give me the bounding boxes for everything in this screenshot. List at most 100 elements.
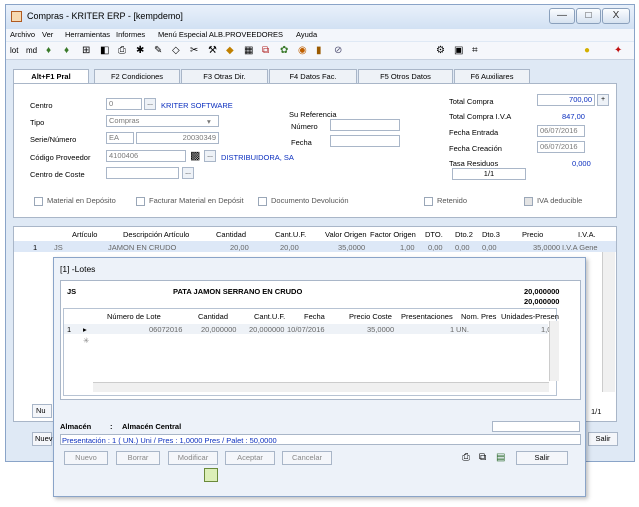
lotes-hscroll[interactable] bbox=[93, 382, 549, 392]
menu-archivo[interactable]: Archivo bbox=[10, 30, 35, 39]
grid-header-valor-origen[interactable]: Valor Origen bbox=[325, 230, 367, 239]
pencil-icon[interactable]: ▮ bbox=[316, 45, 322, 57]
tab-datos-fac[interactable]: F4 Datos Fac. bbox=[269, 69, 357, 83]
lotes-exit-button[interactable]: Salir bbox=[516, 451, 568, 465]
grid-header-iva[interactable]: I.V.A. bbox=[578, 230, 596, 239]
print-icon[interactable]: ⎙ bbox=[118, 45, 126, 57]
tab-condiciones[interactable]: F2 Condiciones bbox=[94, 69, 180, 83]
lotes-header-presentaciones[interactable]: Presentaciones bbox=[401, 312, 453, 321]
check-facturar-material[interactable]: Facturar Material en Depósit bbox=[136, 196, 244, 206]
lotes-grid-icon[interactable] bbox=[204, 468, 218, 482]
grid-header-dto2[interactable]: Dto.2 bbox=[455, 230, 473, 239]
centro-name: KRITER SOFTWARE bbox=[161, 101, 233, 110]
menu-especial[interactable]: Menú Especial ALB.PROVEEDORES bbox=[158, 30, 283, 39]
tools-icon[interactable]: ⚒ bbox=[208, 45, 217, 57]
check-retenido[interactable]: Retenido bbox=[424, 196, 467, 206]
lotes-header-nompres[interactable]: Nom. Pres bbox=[461, 312, 496, 321]
check-material-deposito[interactable]: Material en Depósito bbox=[34, 196, 116, 206]
centro-field[interactable]: 0 bbox=[106, 98, 142, 110]
lotes-header-cantidad[interactable]: Cantidad bbox=[198, 312, 228, 321]
menu-ayuda[interactable]: Ayuda bbox=[296, 30, 317, 39]
minimize-button[interactable]: — bbox=[549, 8, 575, 24]
check-documento-devolucion[interactable]: Documento Devolución bbox=[258, 196, 349, 206]
lotes-vscroll[interactable] bbox=[549, 321, 559, 381]
star-icon[interactable]: ✱ bbox=[136, 45, 144, 57]
tag-icon[interactable]: ◇ bbox=[172, 45, 180, 57]
grid-row-precio: 35,0000 bbox=[533, 243, 561, 252]
fecha-entrada-field[interactable]: 06/07/2016 bbox=[537, 125, 585, 137]
chevron-down-icon[interactable]: ▾ bbox=[207, 117, 211, 126]
bottle-icon[interactable]: ◉ bbox=[298, 45, 307, 57]
bulb-icon[interactable]: ● bbox=[584, 45, 590, 57]
grid-header-articulo[interactable]: Artículo bbox=[72, 230, 97, 239]
link-icon[interactable]: ⊘ bbox=[334, 45, 342, 57]
md-button[interactable]: md bbox=[26, 45, 37, 57]
fecha-creacion-field[interactable]: 06/07/2016 bbox=[537, 141, 585, 153]
menu-herramientas[interactable]: Herramientas bbox=[65, 30, 110, 39]
tab-otras-dir[interactable]: F3 Otras Dir. bbox=[181, 69, 268, 83]
grid-header-cantuf[interactable]: Cant.U.F. bbox=[275, 230, 306, 239]
total-iva-label: Total Compra I.V.A bbox=[449, 112, 512, 121]
lotes-cancel-button[interactable]: Cancelar bbox=[282, 451, 332, 465]
check-iva-deducible[interactable]: IVA deducible bbox=[524, 196, 582, 206]
prov-lookup-button[interactable]: ... bbox=[204, 150, 216, 162]
numero-field[interactable]: 20030349 bbox=[136, 132, 219, 144]
grid-header-cantidad[interactable]: Cantidad bbox=[216, 230, 246, 239]
lot-button[interactable]: lot bbox=[10, 45, 18, 57]
grid-header-factor-origen[interactable]: Factor Origen bbox=[370, 230, 416, 239]
suref-numero-field[interactable] bbox=[330, 119, 400, 131]
excel-icon[interactable]: ▤ bbox=[496, 452, 505, 463]
grid-header-descripcion[interactable]: Descripción Artículo bbox=[123, 230, 189, 239]
lotes-accept-button[interactable]: Aceptar bbox=[225, 451, 275, 465]
grid-header-dto[interactable]: DTO. bbox=[425, 230, 443, 239]
grid-row[interactable] bbox=[14, 241, 616, 252]
print-icon[interactable]: ⎙ bbox=[462, 452, 470, 463]
diamond-icon[interactable]: ◆ bbox=[226, 45, 234, 57]
close-button[interactable]: X bbox=[602, 8, 630, 24]
lotes-header-unidades[interactable]: Unidades-Presen bbox=[501, 312, 559, 321]
exit-icon[interactable]: ✦ bbox=[614, 45, 622, 57]
grid-header-dto3[interactable]: Dto.3 bbox=[482, 230, 500, 239]
serie-field[interactable]: EA bbox=[106, 132, 134, 144]
grid-header-precio[interactable]: Precio bbox=[522, 230, 543, 239]
lotes-new-button[interactable]: Nuevo bbox=[64, 451, 108, 465]
plus-button[interactable]: + bbox=[597, 94, 609, 106]
lotes-header-cantuf[interactable]: Cant.U.F. bbox=[254, 312, 285, 321]
main-exit-button[interactable]: Salir bbox=[588, 432, 618, 446]
copy-icon[interactable]: ⧉ bbox=[479, 452, 486, 463]
menu-informes[interactable]: Informes bbox=[116, 30, 145, 39]
menu-ver[interactable]: Ver bbox=[42, 30, 53, 39]
calc-icon[interactable]: ▣ bbox=[454, 45, 463, 57]
coste-field[interactable] bbox=[106, 167, 179, 179]
coste-lookup-button[interactable]: ... bbox=[182, 167, 194, 179]
centro-lookup-button[interactable]: ... bbox=[144, 98, 156, 110]
hand-icon[interactable]: ♦ bbox=[46, 45, 51, 57]
tab-pral[interactable]: Alt+F1 Pral bbox=[13, 69, 89, 84]
codprov-field[interactable]: 4100406 bbox=[106, 150, 186, 162]
settings-icon[interactable]: ⚙ bbox=[436, 45, 445, 57]
grid-icon[interactable]: ▦ bbox=[244, 45, 253, 57]
hand2-icon[interactable]: ♦ bbox=[64, 45, 69, 57]
grid-new-button-partial[interactable]: Nu bbox=[32, 404, 52, 418]
qr-icon[interactable]: ▩ bbox=[190, 149, 200, 162]
grid-scrollbar[interactable] bbox=[602, 252, 615, 392]
suref-fecha-field[interactable] bbox=[330, 135, 400, 147]
chart-icon[interactable]: ⧉ bbox=[262, 45, 269, 57]
lotes-header-precio[interactable]: Precio Coste bbox=[349, 312, 392, 321]
preview-icon[interactable]: ◧ bbox=[100, 45, 109, 57]
tab-otros-datos[interactable]: F5 Otros Datos bbox=[358, 69, 453, 83]
lotes-row-num: 1 bbox=[67, 325, 72, 334]
maximize-button[interactable]: □ bbox=[576, 8, 601, 24]
scissors-icon[interactable]: ✂ bbox=[190, 45, 198, 57]
lotes-header-lote[interactable]: Número de Lote bbox=[107, 312, 161, 321]
lotes-delete-button[interactable]: Borrar bbox=[116, 451, 160, 465]
lotes-modify-button[interactable]: Modificar bbox=[168, 451, 218, 465]
palette-icon[interactable]: ✿ bbox=[280, 45, 288, 57]
bottom-new-button[interactable]: Nuev bbox=[32, 432, 53, 446]
hash-icon[interactable]: ⌗ bbox=[472, 45, 478, 57]
tab-auxiliares[interactable]: F6 Auxiliares bbox=[454, 69, 530, 83]
brush-icon[interactable]: ✎ bbox=[154, 45, 162, 57]
page-icon[interactable]: ⊞ bbox=[82, 45, 90, 57]
tipo-select[interactable]: Compras bbox=[106, 115, 219, 127]
lotes-header-fecha[interactable]: Fecha bbox=[304, 312, 325, 321]
